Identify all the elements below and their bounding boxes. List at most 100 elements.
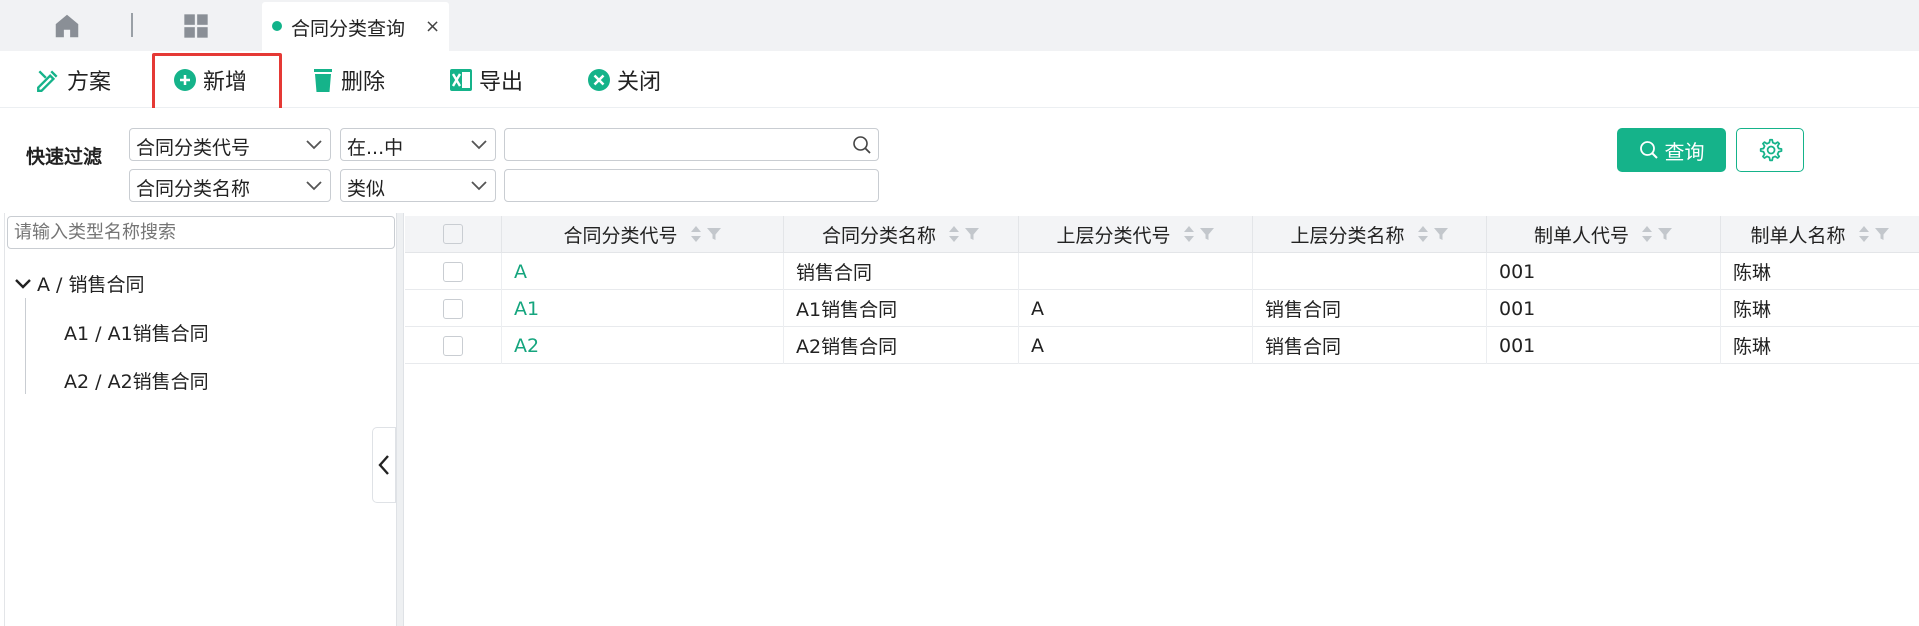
tab-separator bbox=[131, 13, 133, 37]
export-button[interactable]: 导出 bbox=[449, 66, 523, 95]
tree-node-a2[interactable]: A2 / A2销售合同 bbox=[64, 367, 209, 394]
tab-label: 合同分类查询 bbox=[291, 18, 406, 40]
header-contract-category-name[interactable]: 合同分类名称 bbox=[784, 216, 1019, 252]
sort-icon[interactable] bbox=[690, 225, 702, 243]
chevron-down-icon bbox=[471, 140, 487, 150]
tree-search-input[interactable] bbox=[7, 216, 395, 249]
filter-icon[interactable] bbox=[1199, 226, 1215, 242]
sort-icon[interactable] bbox=[1417, 225, 1429, 243]
header-creator-name[interactable]: 制单人名称 bbox=[1721, 216, 1919, 252]
cell-creator-code: 001 bbox=[1487, 327, 1721, 364]
cell-parent-name bbox=[1253, 253, 1487, 290]
sort-icon[interactable] bbox=[948, 225, 960, 243]
filter-field-select-2[interactable]: 合同分类名称 bbox=[129, 169, 331, 202]
excel-icon bbox=[450, 69, 472, 91]
delete-button[interactable]: 删除 bbox=[311, 66, 386, 95]
cell-parent-code: A bbox=[1019, 327, 1253, 364]
tab-contract-category-query[interactable]: 合同分类查询 × bbox=[262, 2, 449, 51]
filter-operator-select-2[interactable]: 类似 bbox=[340, 169, 496, 202]
cell-category-code[interactable]: A1 bbox=[502, 290, 784, 327]
grid-icon[interactable] bbox=[182, 12, 210, 40]
cell-creator-code: 001 bbox=[1487, 290, 1721, 327]
filter-operator-value-2: 类似 bbox=[347, 178, 386, 200]
home-icon[interactable] bbox=[52, 11, 82, 41]
search-icon bbox=[1639, 141, 1658, 159]
filter-operator-value-1: 在...中 bbox=[347, 137, 404, 159]
header-label: 制单人名称 bbox=[1750, 224, 1846, 247]
quick-filter-title: 快速过滤 bbox=[26, 146, 103, 168]
filter-field-value-1: 合同分类代号 bbox=[136, 137, 251, 159]
tree-node-root-label: A / 销售合同 bbox=[37, 274, 145, 296]
chevron-down-icon bbox=[306, 140, 322, 150]
panel-splitter[interactable] bbox=[396, 213, 404, 626]
filter-icon[interactable] bbox=[964, 226, 980, 242]
cell-creator-name: 陈琳 bbox=[1733, 299, 1772, 321]
cell-category-code[interactable]: A bbox=[502, 253, 784, 290]
sort-icon[interactable] bbox=[1183, 225, 1195, 243]
row-checkbox[interactable] bbox=[443, 298, 463, 319]
delete-label: 删除 bbox=[341, 70, 386, 95]
chevron-down-icon bbox=[471, 181, 487, 191]
filter-value-input-2[interactable] bbox=[504, 169, 879, 202]
filter-field-select-1[interactable]: 合同分类代号 bbox=[129, 128, 331, 161]
trash-icon bbox=[314, 69, 332, 92]
chevron-down-icon[interactable] bbox=[15, 278, 31, 290]
header-contract-category-code[interactable]: 合同分类代号 bbox=[502, 216, 784, 252]
filter-icon[interactable] bbox=[1874, 226, 1890, 242]
table-row[interactable]: A1 A1销售合同 A 销售合同 001 陈琳 bbox=[405, 290, 1919, 327]
query-label: 查询 bbox=[1664, 139, 1705, 164]
header-label: 合同分类名称 bbox=[821, 224, 936, 247]
close-button[interactable]: 关闭 bbox=[587, 66, 662, 95]
select-all-checkbox[interactable] bbox=[443, 224, 463, 244]
row-checkbox-cell bbox=[405, 253, 502, 290]
category-tree-panel: A / 销售合同 A1 / A1销售合同 A2 / A2销售合同 bbox=[4, 213, 397, 626]
header-label: 合同分类代号 bbox=[563, 224, 678, 247]
scheme-button[interactable]: 方案 bbox=[35, 66, 111, 95]
sort-icon[interactable] bbox=[1858, 225, 1870, 243]
search-icon[interactable] bbox=[852, 135, 872, 155]
header-parent-category-code[interactable]: 上层分类代号 bbox=[1019, 216, 1253, 252]
header-label: 上层分类代号 bbox=[1056, 224, 1171, 247]
sort-icon[interactable] bbox=[1641, 225, 1653, 243]
header-label: 上层分类名称 bbox=[1290, 224, 1405, 247]
header-select-all bbox=[405, 216, 502, 252]
close-icon[interactable]: × bbox=[425, 16, 440, 37]
table-row[interactable]: A 销售合同 001 陈琳 bbox=[405, 253, 1919, 290]
cell-category-name: A1销售合同 bbox=[784, 290, 1019, 327]
tree-guide-line bbox=[25, 298, 26, 394]
row-checkbox[interactable] bbox=[443, 335, 463, 356]
filter-icon[interactable] bbox=[706, 226, 722, 242]
row-checkbox[interactable] bbox=[443, 261, 463, 282]
close-circle-icon bbox=[588, 69, 610, 91]
cell-category-name: 销售合同 bbox=[784, 253, 1019, 290]
active-dot bbox=[272, 21, 282, 31]
query-button[interactable]: 查询 bbox=[1617, 128, 1726, 172]
tab-bar: 合同分类查询 × bbox=[0, 0, 1919, 51]
header-creator-code[interactable]: 制单人代号 bbox=[1487, 216, 1721, 252]
cell-creator-name: 陈琳 bbox=[1733, 262, 1772, 284]
filter-icon[interactable] bbox=[1657, 226, 1673, 242]
row-checkbox-cell bbox=[405, 290, 502, 327]
chevron-down-icon bbox=[306, 181, 322, 191]
filter-operator-select-1[interactable]: 在...中 bbox=[340, 128, 496, 161]
collapse-panel-button[interactable] bbox=[372, 427, 396, 503]
table-row[interactable]: A2 A2销售合同 A 销售合同 001 陈琳 bbox=[405, 327, 1919, 364]
filter-icon[interactable] bbox=[1433, 226, 1449, 242]
chevron-left-icon bbox=[378, 455, 389, 475]
data-grid: 合同分类代号 合同分类名称 上层分类代号 上层分类名称 制单人代号 制单人名称 … bbox=[405, 213, 1919, 626]
cell-parent-name: 销售合同 bbox=[1253, 327, 1487, 364]
highlight-box bbox=[152, 53, 282, 111]
scheme-icon bbox=[37, 70, 58, 93]
toolbar: 方案 新增 删除 导出 关闭 bbox=[0, 51, 1919, 108]
header-label: 制单人代号 bbox=[1533, 224, 1629, 247]
tree-node-a1[interactable]: A1 / A1销售合同 bbox=[64, 319, 209, 346]
header-parent-category-name[interactable]: 上层分类名称 bbox=[1253, 216, 1487, 252]
cell-creator-code: 001 bbox=[1487, 253, 1721, 290]
tree-node-root[interactable]: A / 销售合同 bbox=[15, 270, 144, 297]
cell-category-code[interactable]: A2 bbox=[502, 327, 784, 364]
cell-category-name: A2销售合同 bbox=[784, 327, 1019, 364]
filter-value-input-1[interactable] bbox=[504, 128, 879, 161]
row-checkbox-cell bbox=[405, 327, 502, 364]
settings-button[interactable] bbox=[1736, 128, 1804, 172]
close-label: 关闭 bbox=[617, 70, 662, 95]
